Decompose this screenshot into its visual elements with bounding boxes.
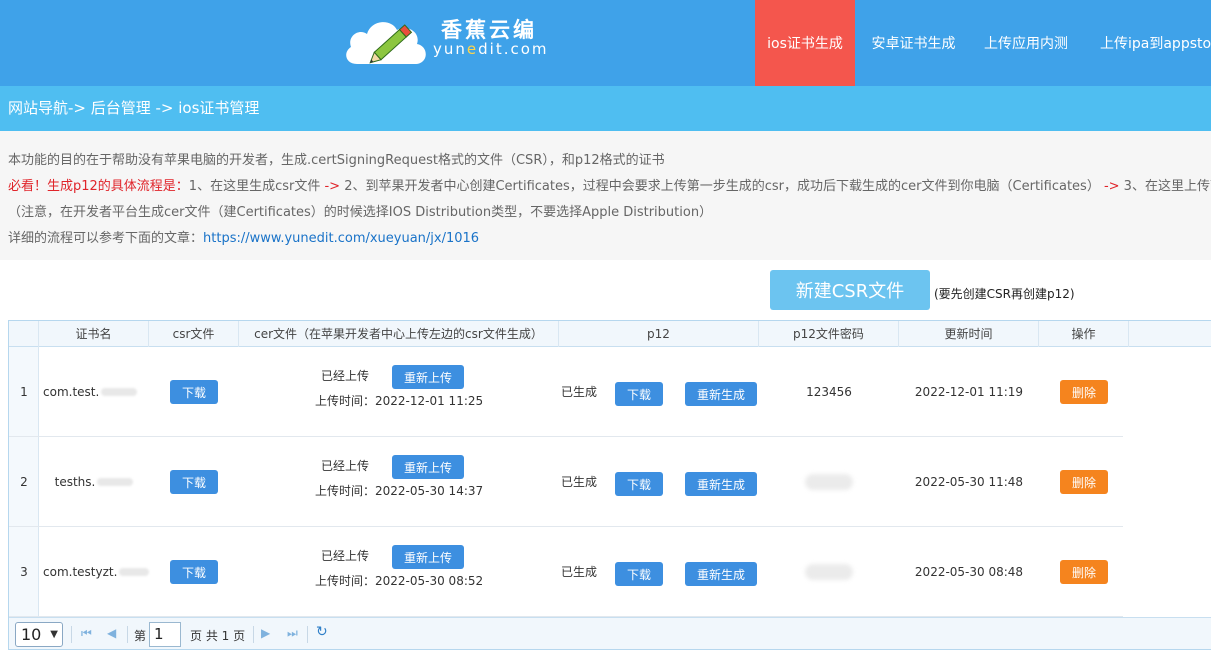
redacted-mark [97,478,134,486]
p12-status: 已生成 [561,475,598,489]
p12-password [759,437,899,527]
nav-android-cert[interactable]: 安卓证书生成 [855,0,972,86]
info-reference: 详细的流程可以参考下面的文章：https://www.yunedit.com/x… [8,231,480,246]
header-cer: cer文件（在苹果开发者中心上传左边的csr文件生成） [239,321,559,347]
header-csr: csr文件 [149,321,239,347]
header-p12: p12 [559,321,759,347]
operation-cell: 删除 [1039,437,1129,527]
breadcrumb: 网站导航-> 后台管理 -> ios证书管理 [0,86,1211,131]
new-csr-note: (要先创建CSR再创建p12) [934,287,1075,301]
p12-regenerate-button[interactable]: 重新生成 [685,382,757,406]
updated-time: 2022-05-30 08:48 [914,565,1024,579]
pager-divider [127,626,128,643]
updated-time: 2022-05-30 11:48 [914,475,1024,489]
cert-name: com.testyzt. [39,527,149,617]
row-number: 2 [20,475,28,489]
info-purpose: 本功能的目的在于帮助没有苹果电脑的开发者，生成.certSigningReque… [8,153,665,168]
p12-password: 123456 [806,385,852,399]
p12-regenerate-button[interactable]: 重新生成 [685,562,757,586]
cer-status: 已经上传 [321,369,370,383]
site-logo[interactable]: 香蕉云编 yunedit.com [343,8,546,68]
new-csr-button[interactable]: 新建CSR文件 [770,270,930,310]
header-cert-name: 证书名 [39,321,149,347]
pager-divider [71,626,72,643]
pagination-bar: 10 ▼ ⏮ ◀ 第 1 页 共 1 页 ▶ ⏭ ↻ [9,617,1211,649]
last-page-icon[interactable]: ⏭ [287,626,298,641]
row-number: 1 [20,385,28,399]
info-note: （注意，在开发者平台生成cer文件（建Certificates）的时候选择IOS… [8,205,713,220]
top-header: 香蕉云编 yunedit.com ios证书生成 安卓证书生成 上传应用内测 上… [0,0,1211,86]
prev-page-icon[interactable]: ◀ [107,626,116,640]
cer-upload-time: 上传时间：2022-05-30 14:37 [315,484,484,498]
p12-status: 已生成 [561,565,598,579]
p12-download-button[interactable]: 下载 [615,562,663,586]
first-page-icon[interactable]: ⏮ [81,626,92,641]
p12-cell: 已生成 下载 重新生成 [559,527,759,617]
p12-status: 已生成 [561,385,598,399]
redacted-mark [119,568,149,576]
table-row: 3 com.testyzt. 下载 已经上传 重新上传 上传时间：2022-05… [9,527,1123,617]
info-panel: 本功能的目的在于帮助没有苹果电脑的开发者，生成.certSigningReque… [0,131,1211,260]
csr-download-button[interactable]: 下载 [170,470,218,494]
info-steps: 必看！生成p12的具体流程是：1、在这里生成csr文件 -> 2、到苹果开发者中… [8,179,1211,194]
csr-cell: 下载 [149,347,239,437]
operation-cell: 删除 [1039,527,1129,617]
header-p12-password: p12文件密码 [759,321,899,347]
p12-download-button[interactable]: 下载 [615,472,663,496]
redacted-password [805,474,853,490]
cer-status: 已经上传 [321,459,370,473]
cloud-pencil-icon [346,22,426,64]
delete-button[interactable]: 删除 [1060,380,1108,404]
csr-cell: 下载 [149,437,239,527]
cer-status: 已经上传 [321,549,370,563]
operation-cell: 删除 [1039,347,1129,437]
p12-cell: 已生成 下载 重新生成 [559,347,759,437]
page-label-after: 页 共 1 页 [190,629,246,643]
cer-reupload-button[interactable]: 重新上传 [392,545,464,569]
csr-download-button[interactable]: 下载 [170,560,218,584]
redacted-password [805,564,853,580]
header-rownum [9,321,39,347]
delete-button[interactable]: 删除 [1060,560,1108,584]
pager-divider [307,626,308,643]
table-header: 证书名 csr文件 cer文件（在苹果开发者中心上传左边的csr文件生成） p1… [9,321,1211,347]
cert-name: com.test. [39,347,149,437]
nav-ios-cert[interactable]: ios证书生成 [755,0,855,86]
refresh-icon[interactable]: ↻ [316,624,328,640]
table-row: 1 com.test. 下载 已经上传 重新上传 上传时间：2022-12-01… [9,347,1123,437]
page-label-before: 第 [134,629,147,643]
page-size-select[interactable]: 10 ▼ [15,622,63,647]
header-updated: 更新时间 [899,321,1039,347]
csr-cell: 下载 [149,527,239,617]
p12-download-button[interactable]: 下载 [615,382,663,406]
chevron-down-icon: ▼ [50,629,58,640]
cer-cell: 已经上传 重新上传 上传时间：2022-12-01 11:25 [239,347,559,437]
cert-table: 证书名 csr文件 cer文件（在苹果开发者中心上传左边的csr文件生成） p1… [8,320,1211,650]
cer-reupload-button[interactable]: 重新上传 [392,455,464,479]
cer-cell: 已经上传 重新上传 上传时间：2022-05-30 14:37 [239,437,559,527]
row-number: 3 [20,565,28,579]
nav-upload-appstore[interactable]: 上传ipa到appstore [1080,0,1211,86]
redacted-mark [101,388,138,396]
cer-upload-time: 上传时间：2022-05-30 08:52 [315,574,484,588]
p12-cell: 已生成 下载 重新生成 [559,437,759,527]
csr-download-button[interactable]: 下载 [170,380,218,404]
reference-link[interactable]: https://www.yunedit.com/xueyuan/jx/1016 [203,231,479,246]
nav-upload-beta[interactable]: 上传应用内测 [972,0,1080,86]
updated-time: 2022-12-01 11:19 [914,385,1024,399]
cer-upload-time: 上传时间：2022-12-01 11:25 [315,394,484,408]
table-row: 2 tesths. 下载 已经上传 重新上传 上传时间：2022-05-30 1… [9,437,1123,527]
p12-regenerate-button[interactable]: 重新生成 [685,472,757,496]
pager-divider [253,626,254,643]
cert-name: tesths. [39,437,149,527]
delete-button[interactable]: 删除 [1060,470,1108,494]
next-page-icon[interactable]: ▶ [261,626,270,640]
cer-reupload-button[interactable]: 重新上传 [392,365,464,389]
p12-password [759,527,899,617]
page-number-input[interactable]: 1 [149,622,181,647]
header-operation: 操作 [1039,321,1129,347]
brand-domain: yunedit.com [433,40,549,58]
cer-cell: 已经上传 重新上传 上传时间：2022-05-30 08:52 [239,527,559,617]
